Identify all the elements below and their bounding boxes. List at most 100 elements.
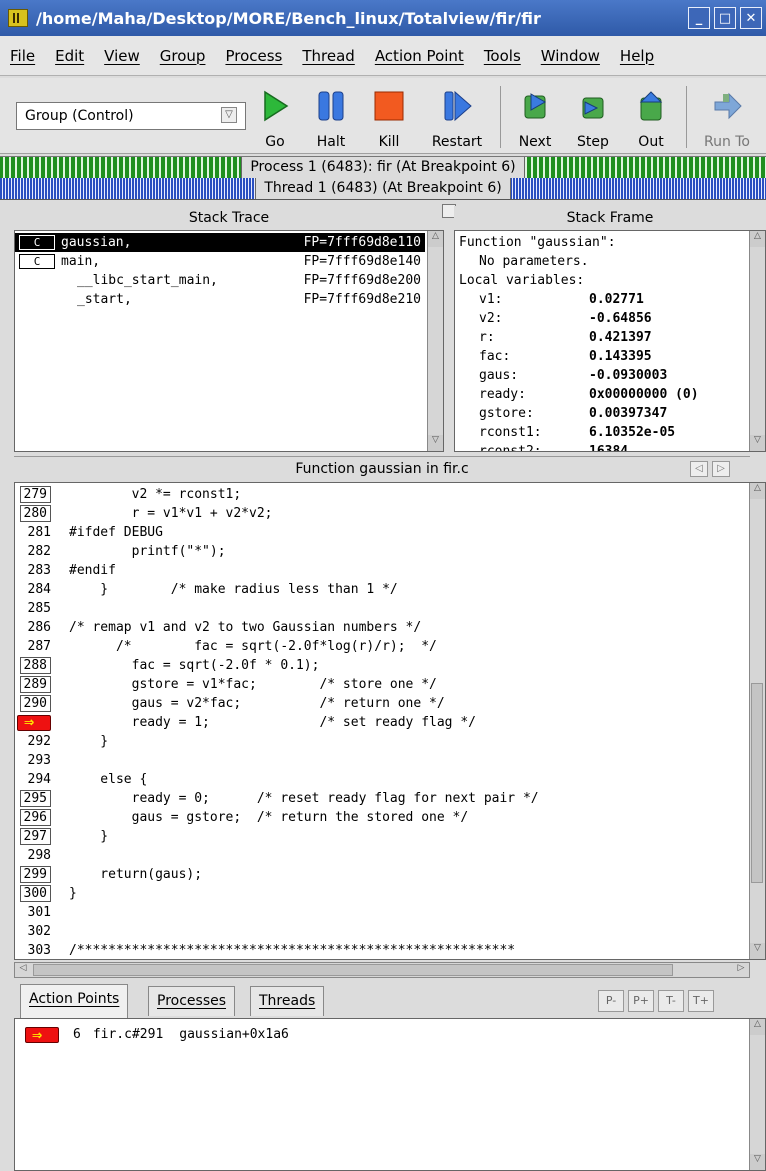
stack-trace-row[interactable]: Cmain, FP=7fff69d8e140 (15, 252, 425, 271)
line-number: 299 (19, 866, 51, 883)
local-variable-row[interactable]: rconst2: 16384 (459, 442, 749, 451)
scroll-up-icon[interactable]: △ (428, 231, 443, 247)
go-icon (264, 90, 289, 122)
source-line-current[interactable]: ready = 1; /* set ready flag */ (15, 713, 749, 732)
action-points-scrollbar[interactable]: △ ▽ (749, 1019, 765, 1170)
source-line[interactable]: 286 /* remap v1 and v2 to two Gaussian nu… (15, 618, 749, 637)
stack-trace-row[interactable]: _start, FP=7fff69d8e210 (15, 290, 425, 309)
local-variable-row[interactable]: fac: 0.143395 (459, 347, 749, 366)
source-line[interactable]: 293 (15, 751, 749, 770)
local-name: v2: (479, 311, 503, 326)
menu-window[interactable]: Window (531, 47, 610, 65)
local-variable-row[interactable]: v2: -0.64856 (459, 309, 749, 328)
scroll-up-icon[interactable]: △ (750, 231, 765, 247)
scroll-up-icon[interactable]: △ (750, 483, 765, 499)
restart-button[interactable]: Restart (428, 84, 486, 150)
source-vertical-scrollbar[interactable]: △ ▽ (749, 483, 765, 959)
scroll-down-icon[interactable]: ▽ (750, 1154, 765, 1170)
next-button[interactable]: Next (506, 84, 564, 150)
source-line[interactable]: 297 } (15, 827, 749, 846)
scroll-thumb[interactable] (33, 964, 673, 976)
source-horizontal-scrollbar[interactable]: ◁ ▷ (14, 962, 750, 978)
menu-view[interactable]: View (94, 47, 150, 65)
scroll-thumb[interactable] (751, 683, 763, 883)
source-code-text: ready = 0; /* reset ready flag for next … (69, 791, 539, 806)
forward-arrow-icon[interactable]: ▷ (712, 461, 730, 477)
source-line[interactable]: 298 (15, 846, 749, 865)
source-line[interactable]: 283 #endif (15, 561, 749, 580)
source-line[interactable]: 287 /* fac = sqrt(-2.0f*log(r)/r); */ (15, 637, 749, 656)
local-variable-row[interactable]: v1: 0.02771 (459, 290, 749, 309)
local-variable-row[interactable]: gaus: -0.0930003 (459, 366, 749, 385)
scroll-down-icon[interactable]: ▽ (750, 435, 765, 451)
source-line[interactable]: 296 gaus = gstore; /* return the stored … (15, 808, 749, 827)
source-line[interactable]: 295 ready = 0; /* reset ready flag for n… (15, 789, 749, 808)
tab-action-points[interactable]: Action Points (20, 984, 129, 1018)
source-line[interactable]: 279 v2 *= rconst1; (15, 485, 749, 504)
maximize-button[interactable]: □ (714, 7, 736, 29)
next-process-button[interactable]: P+ (628, 990, 654, 1012)
source-line[interactable]: 289 gstore = v1*fac; /* store one */ (15, 675, 749, 694)
stack-trace-row[interactable]: __libc_start_main, FP=7fff69d8e200 (15, 271, 425, 290)
menu-process[interactable]: Process (215, 47, 292, 65)
action-point-row[interactable]: 6 fir.c#291 gaussian+0x1a6 (25, 1025, 289, 1045)
menu-help[interactable]: Help (610, 47, 664, 65)
source-line[interactable]: 285 (15, 599, 749, 618)
source-line[interactable]: 280 r = v1*v1 + v2*v2; (15, 504, 749, 523)
back-arrow-icon[interactable]: ◁ (690, 461, 708, 477)
stack-trace-scrollbar[interactable]: △ ▽ (427, 231, 443, 451)
action-point-address: gaussian+0x1a6 (179, 1027, 289, 1042)
stack-fp: FP=7fff69d8e200 (303, 273, 421, 288)
local-variable-row[interactable]: rconst1: 6.10352e-05 (459, 423, 749, 442)
source-code-text: else { (69, 772, 148, 787)
local-variable-row[interactable]: r: 0.421397 (459, 328, 749, 347)
breakpoint-arrow-icon[interactable] (17, 713, 51, 732)
minimize-button[interactable]: _ (688, 7, 710, 29)
source-line[interactable]: 301 (15, 903, 749, 922)
source-line[interactable]: 282 printf("*"); (15, 542, 749, 561)
source-line[interactable]: 300} (15, 884, 749, 903)
tab-processes[interactable]: Processes (148, 986, 236, 1016)
menu-thread[interactable]: Thread (292, 47, 364, 65)
next-thread-button[interactable]: T+ (688, 990, 714, 1012)
group-selector[interactable]: Group (Control) ▽ (16, 102, 246, 130)
step-button[interactable]: Step (564, 84, 622, 150)
scroll-down-icon[interactable]: ▽ (428, 435, 443, 451)
close-button[interactable]: ✕ (740, 7, 762, 29)
source-line[interactable]: 303 /************************************… (15, 941, 749, 959)
source-line[interactable]: 288 fac = sqrt(-2.0f * 0.1); (15, 656, 749, 675)
scroll-up-icon[interactable]: △ (750, 1019, 765, 1035)
stack-trace-row[interactable]: Cgaussian, FP=7fff69d8e110 (15, 233, 425, 252)
scroll-down-icon[interactable]: ▽ (750, 943, 765, 959)
prev-process-button[interactable]: P- (598, 990, 624, 1012)
menu-file[interactable]: File (0, 47, 45, 65)
tab-threads[interactable]: Threads (250, 986, 325, 1016)
menu-group[interactable]: Group (150, 47, 216, 65)
source-line[interactable]: 292 } (15, 732, 749, 751)
source-line[interactable]: 302 (15, 922, 749, 941)
step-icon (582, 97, 604, 119)
kill-button[interactable]: Kill (360, 84, 418, 150)
stack-frame-scrollbar[interactable]: △ ▽ (749, 231, 765, 451)
source-line[interactable]: 294 else { (15, 770, 749, 789)
local-value: 0.143395 (589, 349, 652, 364)
local-variable-row[interactable]: gstore: 0.00397347 (459, 404, 749, 423)
source-line[interactable]: 299 return(gaus); (15, 865, 749, 884)
source-line[interactable]: 290 gaus = v2*fac; /* return one */ (15, 694, 749, 713)
menu-tools[interactable]: Tools (474, 47, 531, 65)
source-code-text: fac = sqrt(-2.0f * 0.1); (69, 658, 320, 673)
menu-action-point[interactable]: Action Point (365, 47, 474, 65)
source-code-text: ready = 1; /* set ready flag */ (69, 715, 476, 730)
menu-edit[interactable]: Edit (45, 47, 94, 65)
halt-button[interactable]: Halt (302, 84, 360, 150)
source-line[interactable]: 281 #ifdef DEBUG (15, 523, 749, 542)
scroll-right-icon[interactable]: ▷ (733, 963, 749, 977)
local-variable-row[interactable]: ready: 0x00000000 (0) (459, 385, 749, 404)
run-to-button[interactable]: Run To (694, 84, 760, 150)
go-button[interactable]: Go (246, 84, 304, 150)
scroll-left-icon[interactable]: ◁ (15, 963, 31, 977)
out-button[interactable]: Out (622, 84, 680, 150)
source-code-text: r = v1*v1 + v2*v2; (69, 506, 273, 521)
prev-thread-button[interactable]: T- (658, 990, 684, 1012)
source-line[interactable]: 284 } /* make radius less than 1 */ (15, 580, 749, 599)
